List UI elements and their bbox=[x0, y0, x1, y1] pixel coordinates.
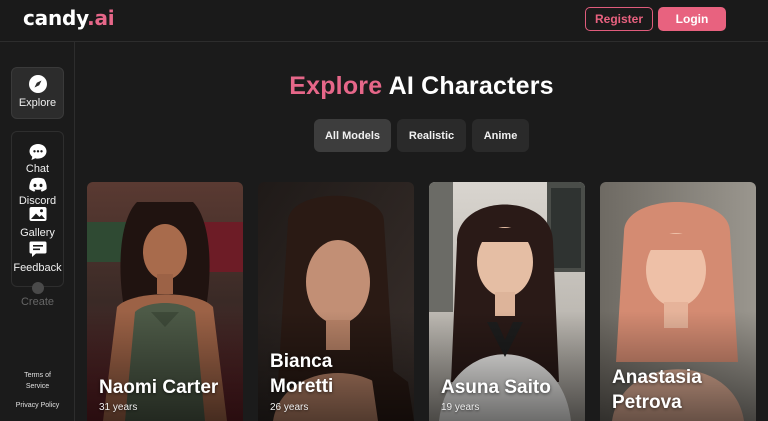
gallery-icon bbox=[28, 204, 48, 224]
logo[interactable]: candy.ai bbox=[23, 6, 115, 30]
sidebar-item-chat[interactable]: Chat bbox=[11, 142, 64, 175]
sidebar: Explore Chat Discord Gallery Feedback Cr… bbox=[0, 42, 75, 421]
character-name: Naomi Carter bbox=[99, 377, 219, 398]
character-name-line-2: Petrova bbox=[612, 392, 682, 413]
app: candy.ai Register Login Explore Chat Dis… bbox=[0, 0, 768, 421]
page-title: Explore AI Characters bbox=[75, 72, 768, 101]
page-title-rest: AI Characters bbox=[388, 72, 554, 100]
page-title-accent: Explore bbox=[289, 72, 383, 100]
character-name-line-2: Moretti bbox=[270, 376, 334, 397]
character-name: Asuna Saito bbox=[441, 377, 551, 398]
character-card[interactable]: Naomi Carter 31 years bbox=[87, 182, 243, 421]
character-card[interactable]: Anastasia Petrova bbox=[600, 182, 756, 421]
sidebar-item-explore[interactable]: Explore bbox=[11, 67, 64, 119]
character-age: 31 years bbox=[99, 402, 138, 413]
terms-line-1: Terms of bbox=[24, 372, 51, 379]
sidebar-item-create[interactable]: Create bbox=[11, 278, 64, 308]
register-button[interactable]: Register bbox=[585, 7, 653, 31]
logo-accent: .ai bbox=[87, 6, 115, 30]
character-card[interactable]: Bianca Moretti 26 years bbox=[258, 182, 414, 421]
sidebar-item-discord[interactable]: Discord bbox=[11, 175, 64, 207]
sidebar-item-label: Feedback bbox=[13, 262, 62, 274]
tab-all-models[interactable]: All Models bbox=[314, 119, 391, 152]
character-card[interactable]: Asuna Saito 19 years bbox=[429, 182, 585, 421]
sidebar-item-label: Chat bbox=[25, 163, 50, 175]
tab-realistic[interactable]: Realistic bbox=[397, 119, 466, 152]
chat-bubble-icon bbox=[28, 142, 48, 162]
discord-icon bbox=[28, 175, 48, 195]
feedback-icon bbox=[28, 239, 48, 259]
sidebar-item-label: Create bbox=[20, 296, 55, 308]
terms-link[interactable]: Terms of Service bbox=[0, 370, 75, 392]
login-button[interactable]: Login bbox=[658, 7, 726, 31]
sidebar-item-label: Gallery bbox=[20, 227, 55, 239]
terms-line-2: Service bbox=[25, 383, 50, 390]
create-icon bbox=[28, 278, 48, 298]
top-bar: candy.ai Register Login bbox=[0, 0, 768, 42]
sidebar-item-label: Explore bbox=[18, 97, 57, 109]
sidebar-item-gallery[interactable]: Gallery bbox=[11, 204, 64, 239]
character-name: Bianca bbox=[270, 351, 333, 372]
character-age: 19 years bbox=[441, 402, 480, 413]
tab-anime[interactable]: Anime bbox=[472, 119, 529, 152]
compass-icon bbox=[28, 74, 48, 94]
privacy-link[interactable]: Privacy Policy bbox=[0, 400, 75, 411]
character-name: Anastasia bbox=[612, 367, 702, 388]
character-age: 26 years bbox=[270, 402, 309, 413]
logo-text: candy bbox=[23, 6, 88, 30]
sidebar-item-feedback[interactable]: Feedback bbox=[11, 239, 64, 274]
